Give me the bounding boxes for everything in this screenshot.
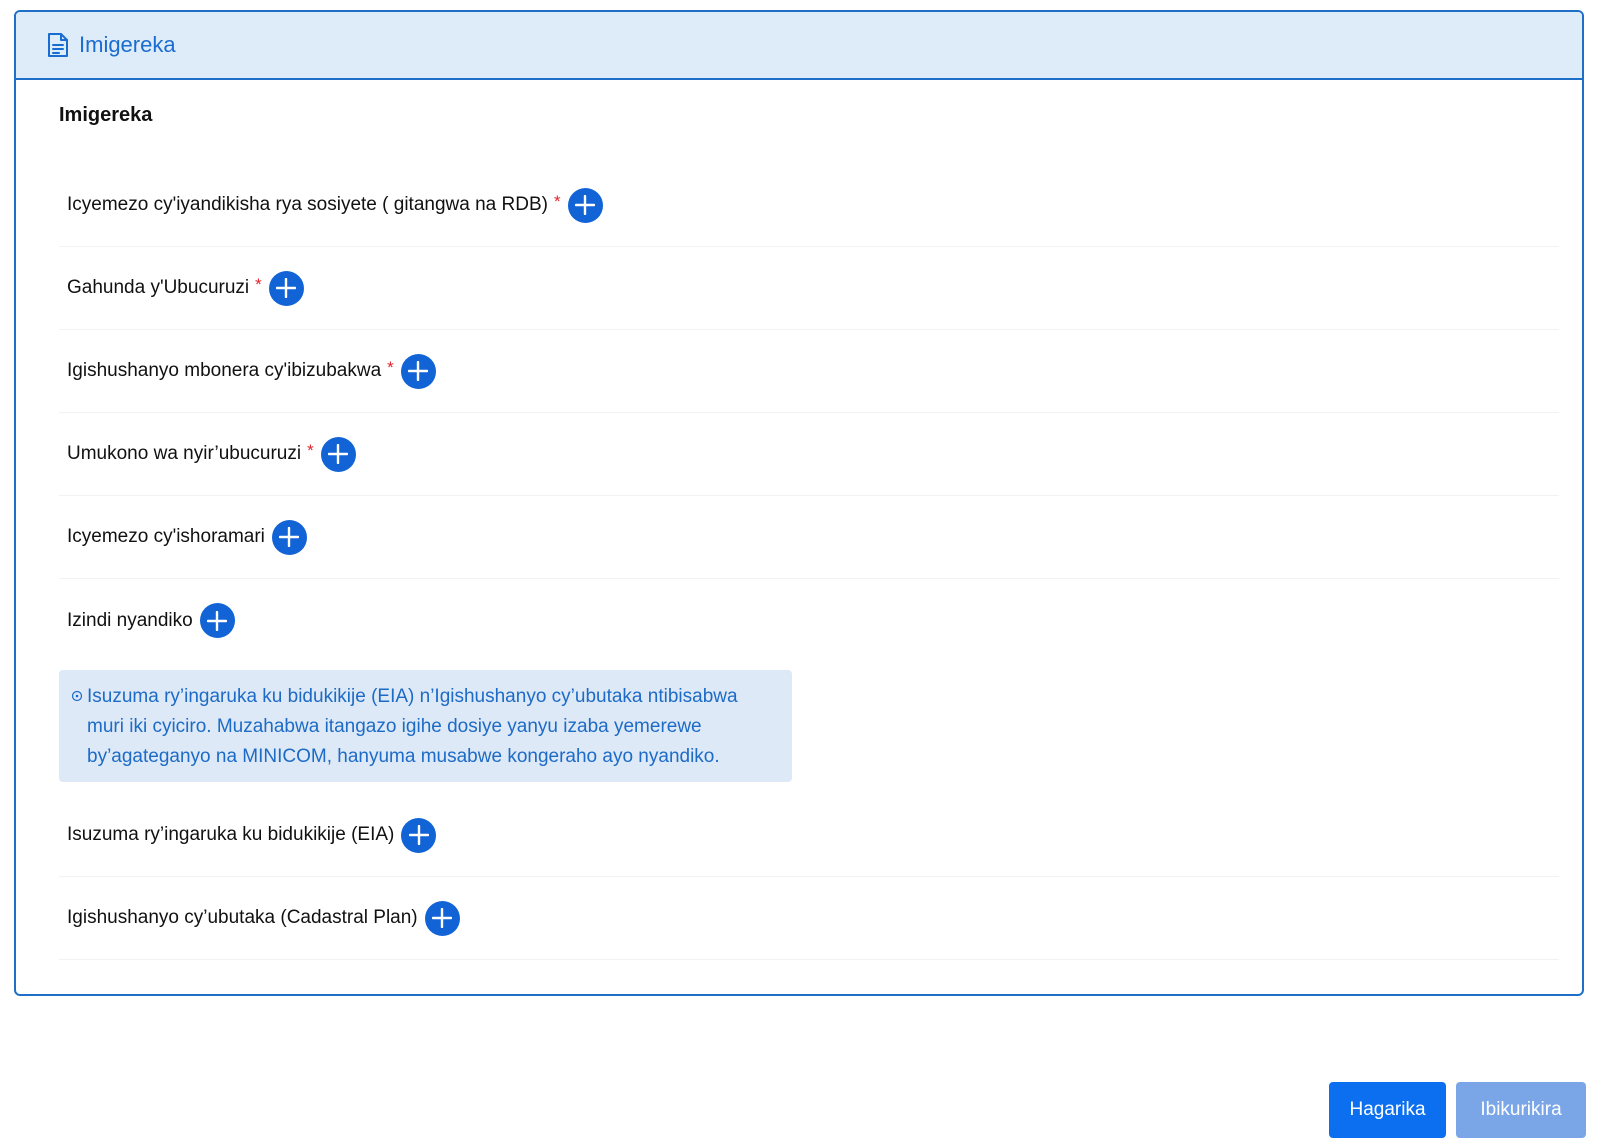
document-label: Icyemezo cy'ishoramari bbox=[67, 526, 265, 547]
add-document-button[interactable] bbox=[567, 187, 603, 223]
info-circle-icon bbox=[71, 690, 83, 702]
required-asterisk: * bbox=[387, 358, 394, 377]
next-button[interactable]: Ibikurikira bbox=[1456, 1082, 1586, 1138]
document-label: Igishushanyo cy’ubutaka (Cadastral Plan) bbox=[67, 907, 418, 928]
add-document-button[interactable] bbox=[401, 817, 437, 853]
add-document-button[interactable] bbox=[199, 603, 235, 638]
plus-icon bbox=[328, 444, 349, 464]
cancel-button[interactable]: Hagarika bbox=[1329, 1082, 1446, 1138]
info-notice: Isuzuma ry’ingaruka ku bidukikije (EIA) … bbox=[59, 670, 792, 782]
plus-icon bbox=[432, 908, 453, 928]
document-row-business-plan: Gahunda y'Ubucuruzi * bbox=[59, 247, 1559, 330]
required-asterisk: * bbox=[255, 275, 262, 294]
add-document-button[interactable] bbox=[320, 436, 356, 472]
attachments-panel: Imigereka Imigereka Icyemezo cy'iyandiki… bbox=[14, 10, 1584, 996]
document-row-company-registration: Icyemezo cy'iyandikisha rya sosiyete ( g… bbox=[59, 164, 1559, 247]
document-label: Igishushanyo mbonera cy'ibizubakwa bbox=[67, 360, 382, 381]
document-row-other-documents: Izindi nyandiko bbox=[59, 579, 1559, 662]
plus-icon bbox=[276, 278, 297, 298]
document-row-building-plan: Igishushanyo mbonera cy'ibizubakwa * bbox=[59, 330, 1559, 413]
required-asterisk: * bbox=[307, 441, 314, 460]
document-icon bbox=[46, 32, 70, 58]
panel-header: Imigereka bbox=[16, 12, 1582, 80]
document-row-eia: Isuzuma ry’ingaruka ku bidukikije (EIA) bbox=[59, 794, 1559, 877]
add-document-button[interactable] bbox=[424, 900, 460, 936]
document-label: Umukono wa nyir’ubucuruzi bbox=[67, 443, 302, 464]
info-notice-text: Isuzuma ry’ingaruka ku bidukikije (EIA) … bbox=[87, 686, 738, 767]
document-list: Icyemezo cy'iyandikisha rya sosiyete ( g… bbox=[59, 164, 1559, 960]
plus-icon bbox=[575, 195, 596, 215]
plus-icon bbox=[408, 825, 429, 845]
document-label: Izindi nyandiko bbox=[67, 609, 193, 631]
document-label: Gahunda y'Ubucuruzi bbox=[67, 277, 250, 298]
panel-header-title: Imigereka bbox=[79, 32, 176, 57]
add-document-button[interactable] bbox=[400, 353, 436, 389]
document-row-owner-signature: Umukono wa nyir’ubucuruzi * bbox=[59, 413, 1559, 496]
plus-icon bbox=[207, 610, 228, 631]
document-label: Isuzuma ry’ingaruka ku bidukikije (EIA) bbox=[67, 824, 395, 845]
required-asterisk: * bbox=[553, 192, 561, 211]
add-document-button[interactable] bbox=[271, 519, 307, 555]
section-title: Imigereka bbox=[59, 104, 153, 126]
plus-icon bbox=[408, 361, 429, 381]
document-label: Icyemezo cy'iyandikisha rya sosiyete ( g… bbox=[67, 194, 548, 215]
plus-icon bbox=[279, 527, 300, 547]
document-row-investment-certificate: Icyemezo cy'ishoramari bbox=[59, 496, 1559, 579]
add-document-button[interactable] bbox=[268, 270, 304, 306]
document-row-cadastral-plan: Igishushanyo cy’ubutaka (Cadastral Plan) bbox=[59, 877, 1559, 960]
